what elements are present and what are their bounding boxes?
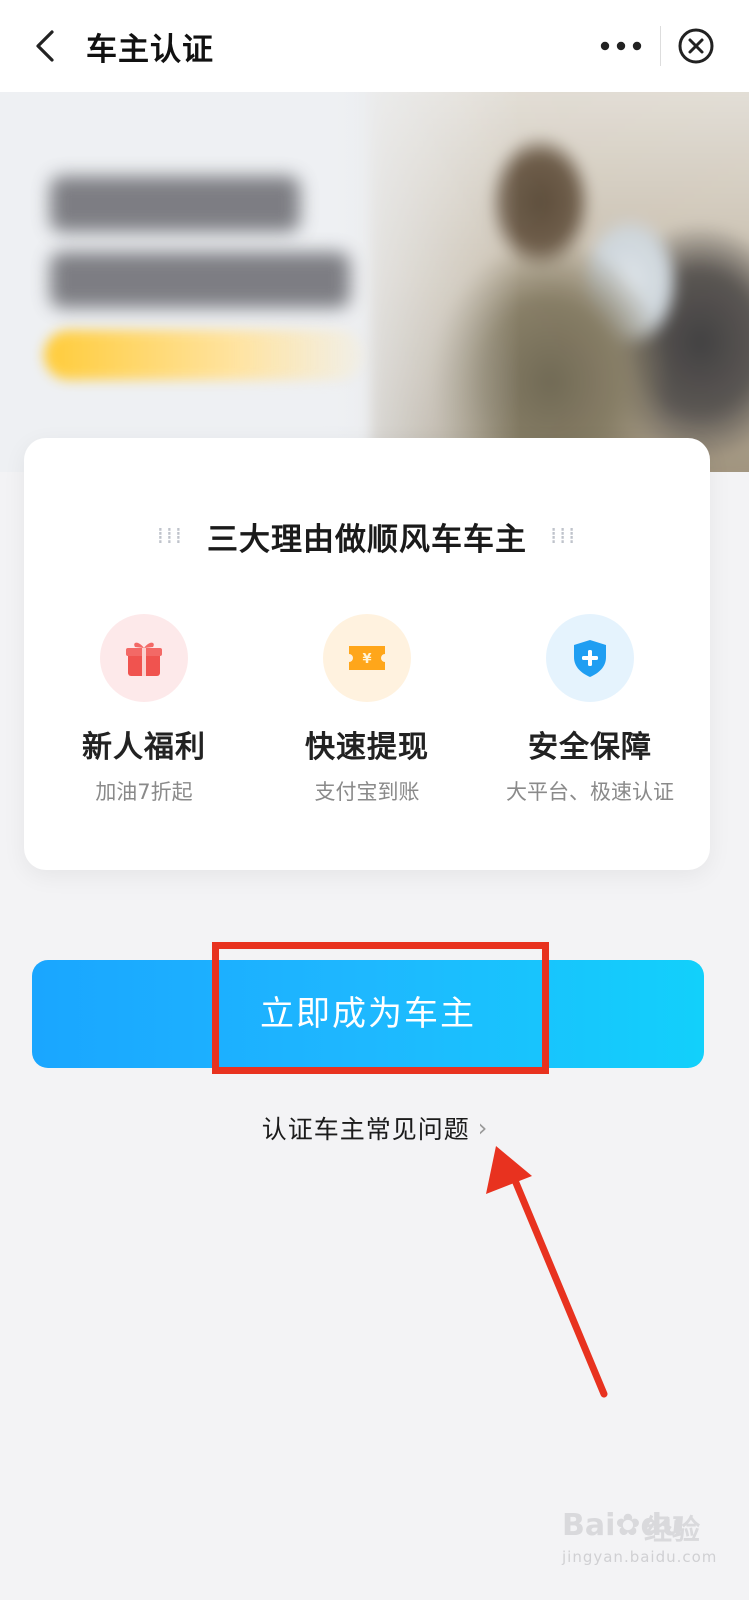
reasons-heading-text: 三大理由做顺风车车主 xyxy=(207,522,527,558)
close-icon[interactable] xyxy=(676,26,716,66)
watermark-cn: 经验 xyxy=(644,1513,701,1546)
reasons-card: ⁞⁞⁞ 三大理由做顺风车车主 ⁞⁞⁞ 新人福利 加油7折起 ¥ 快速提现 支付宝… xyxy=(24,438,710,870)
top-nav-bar: 车主认证 xyxy=(0,0,749,92)
annotation-arrow-icon xyxy=(486,1146,608,1398)
gift-icon-badge xyxy=(100,614,188,702)
svg-text:¥: ¥ xyxy=(362,652,371,667)
ticket-icon: ¥ xyxy=(349,646,385,670)
feature-safety-guarantee: 安全保障 大平台、极速认证 xyxy=(480,614,700,806)
feature-fast-withdrawal: ¥ 快速提现 支付宝到账 xyxy=(257,614,477,806)
feature-new-user-benefit: 新人福利 加油7折起 xyxy=(34,614,254,806)
reasons-heading: ⁞⁞⁞ 三大理由做顺风车车主 ⁞⁞⁞ xyxy=(24,514,710,559)
feature-name: 快速提现 xyxy=(305,730,429,765)
driver-faq-label: 认证车主常见问题 xyxy=(261,1115,470,1144)
feature-subtext: 加油7折起 xyxy=(95,780,193,804)
watermark-url: jingyan.baidu.com xyxy=(562,1548,718,1566)
gift-icon xyxy=(126,642,162,676)
feature-name: 安全保障 xyxy=(528,730,652,765)
ticket-icon-badge: ¥ xyxy=(323,614,411,702)
feature-subtext: 支付宝到账 xyxy=(314,780,420,804)
decorative-dots-icon: ⁞⁞⁞ xyxy=(156,524,184,549)
feature-name: 新人福利 xyxy=(82,730,206,765)
decorative-dots-icon: ⁞⁞⁞ xyxy=(550,524,578,549)
back-arrow-icon[interactable] xyxy=(28,26,68,66)
hero-banner xyxy=(0,92,749,472)
baidu-jingyan-watermark: Bai✿du 经验 jingyan.baidu.com xyxy=(562,1500,732,1570)
paw-icon: ✿ xyxy=(615,1508,641,1543)
page-title: 车主认证 xyxy=(86,32,214,68)
feature-subtext: 大平台、极速认证 xyxy=(506,780,674,804)
shield-icon-badge xyxy=(546,614,634,702)
blurred-banner-tag xyxy=(44,330,364,380)
more-options-icon[interactable] xyxy=(598,30,644,62)
annotation-highlight-box xyxy=(212,942,549,1074)
blurred-banner-subheadline xyxy=(50,252,350,308)
blurred-banner-headline xyxy=(50,176,300,232)
shield-plus-icon xyxy=(574,640,606,677)
driver-faq-link[interactable]: 认证车主常见问题 › xyxy=(0,1110,749,1146)
nav-divider xyxy=(660,26,661,66)
